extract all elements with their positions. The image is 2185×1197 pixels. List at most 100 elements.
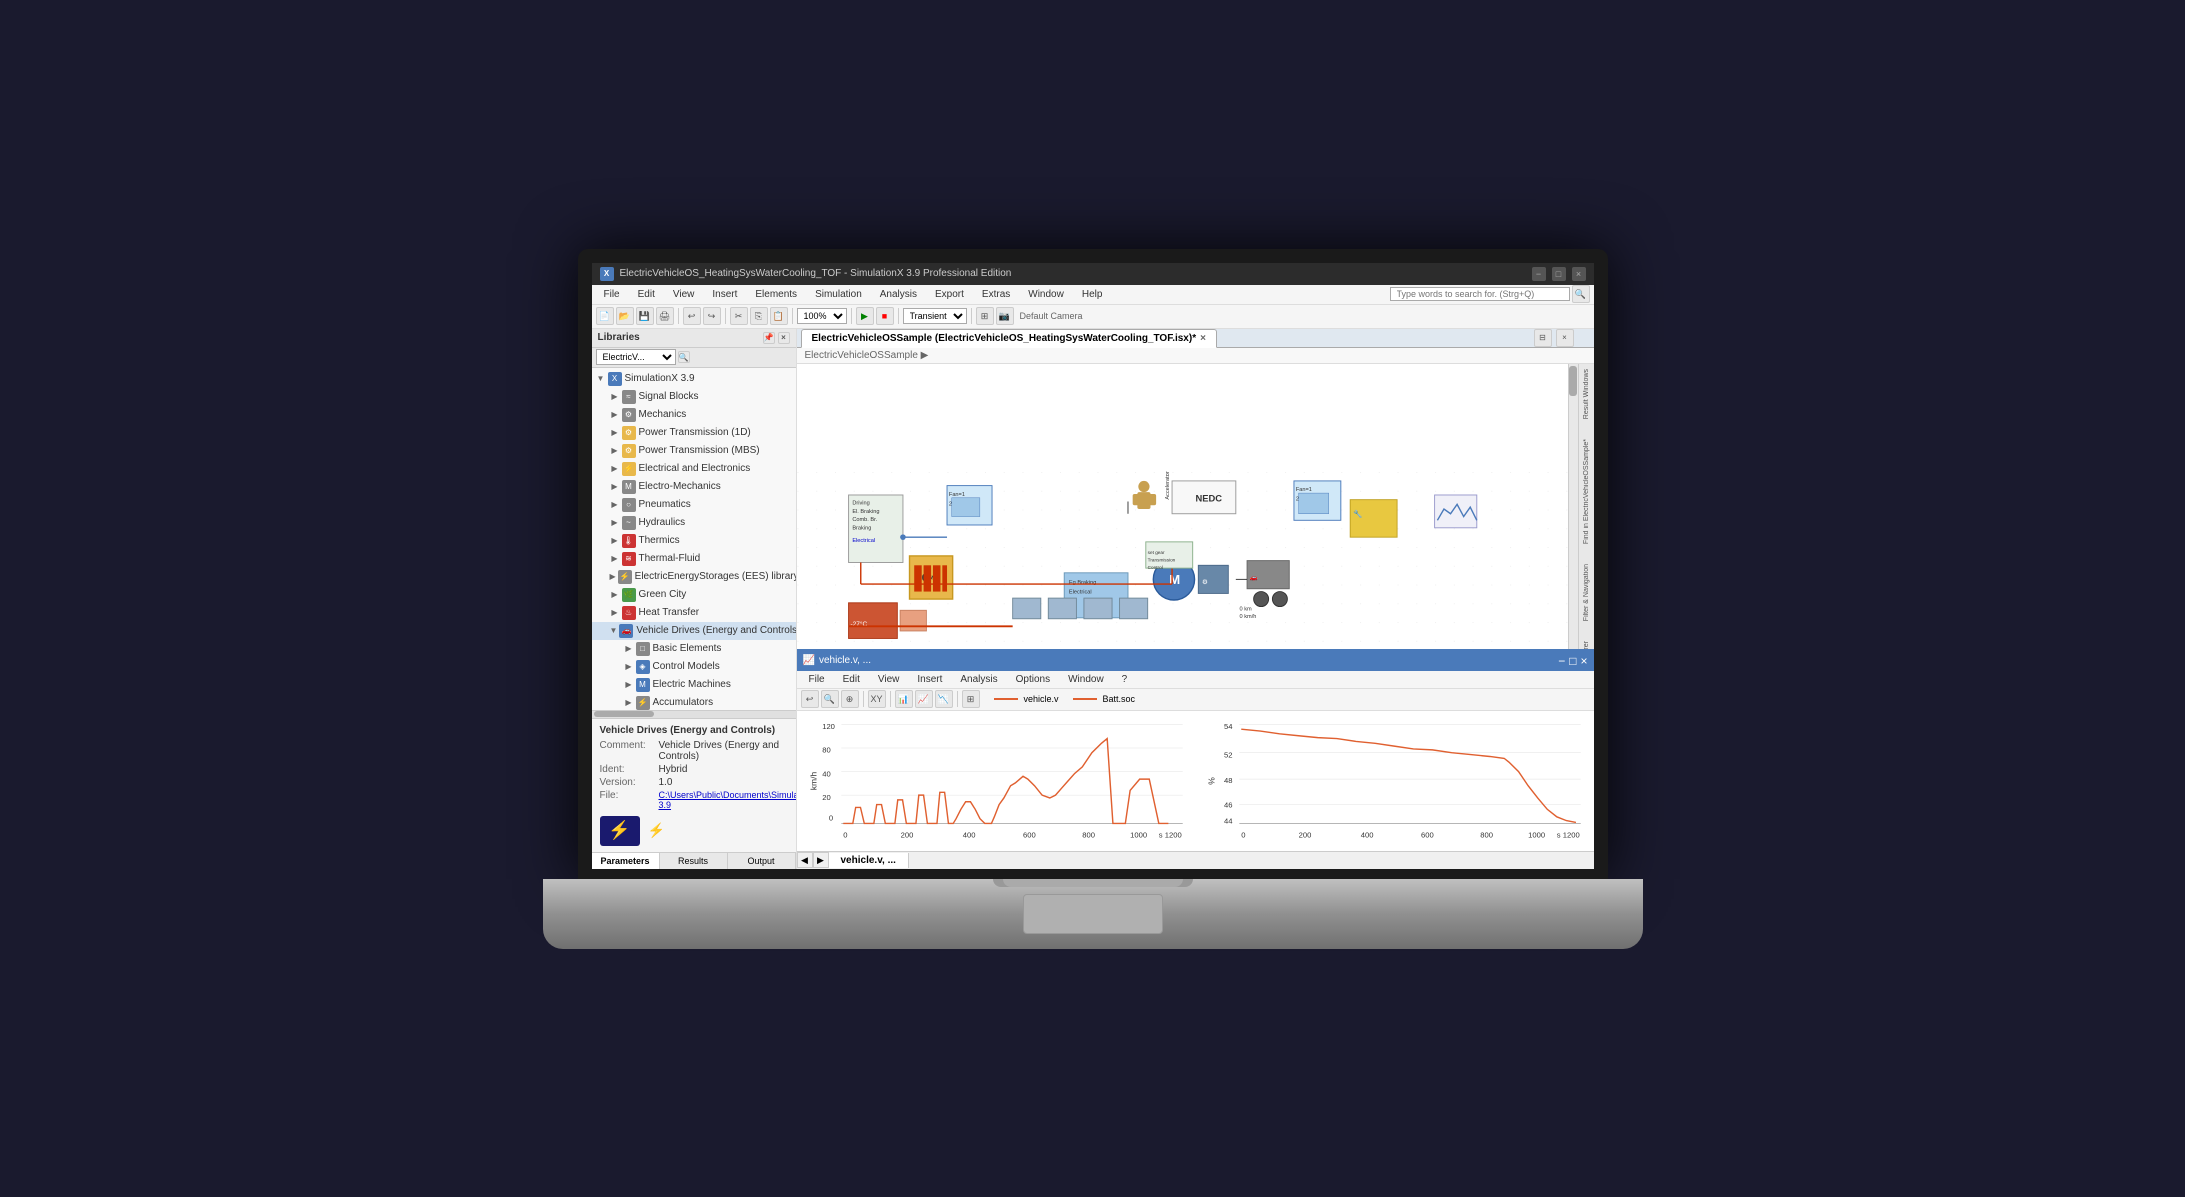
solver-select[interactable]: Transient (903, 308, 967, 324)
tree-basic-elements[interactable]: ▶ □ Basic Elements (592, 640, 796, 658)
chart-menu-help[interactable]: ? (1114, 672, 1136, 687)
search-input[interactable] (1390, 287, 1570, 301)
basic-elements-icon: □ (636, 642, 650, 656)
window-controls[interactable]: − □ × (1532, 267, 1586, 281)
chart-close-button[interactable]: × (1580, 654, 1587, 668)
chart-menu-analysis[interactable]: Analysis (952, 672, 1005, 687)
menu-extras[interactable]: Extras (974, 287, 1018, 302)
chart-tb-6[interactable]: 📈 (915, 690, 933, 708)
menu-simulation[interactable]: Simulation (807, 287, 870, 302)
chart-tb-5[interactable]: 📊 (895, 690, 913, 708)
h-scrollbar[interactable] (592, 710, 796, 718)
chart-tb-3[interactable]: ⊕ (841, 690, 859, 708)
print-button[interactable]: 🖨 (656, 307, 674, 325)
tree-control-models[interactable]: ▶ ◈ Control Models (592, 658, 796, 676)
grid-button[interactable]: ⊞ (976, 307, 994, 325)
tree-heat-transfer[interactable]: ▶ ♨ Heat Transfer (592, 604, 796, 622)
chart-next-button[interactable]: ▶ (813, 852, 829, 868)
save-button[interactable]: 💾 (636, 307, 654, 325)
tree-hydraulics[interactable]: ▶ ~ Hydraulics (592, 514, 796, 532)
sidebar-close-button[interactable]: × (778, 332, 790, 344)
tree-ees[interactable]: ▶ ⚡ ElectricEnergyStorages (EES) library (592, 568, 796, 586)
tab-close-button[interactable]: × (1556, 329, 1574, 347)
tree-electric-machines-label: Electric Machines (653, 679, 731, 690)
tree-signal-blocks[interactable]: ▶ ≈ Signal Blocks (592, 388, 796, 406)
chart-menu-edit[interactable]: Edit (835, 672, 868, 687)
chart-tb-2[interactable]: 🔍 (821, 690, 839, 708)
chart-tb-table[interactable]: ⊞ (962, 690, 980, 708)
file-value[interactable]: C:\Users\Public\Documents\SimulationX 3.… (659, 790, 797, 810)
tree-power-mbs[interactable]: ▶ ⚙ Power Transmission (MBS) (592, 442, 796, 460)
menu-analysis[interactable]: Analysis (872, 287, 925, 302)
tab-output[interactable]: Output (728, 853, 796, 869)
tree-vehicle-drives[interactable]: ▼ 🚗 Vehicle Drives (Energy and Controls) (592, 622, 796, 640)
tree-electric-machines[interactable]: ▶ M Electric Machines (592, 676, 796, 694)
lib-filter-select[interactable]: ElectricV... (596, 349, 676, 365)
h-scroll-thumb[interactable] (594, 711, 654, 717)
chart-tab-vehicle-v[interactable]: vehicle.v, ... (829, 853, 909, 868)
tree-power-1d[interactable]: ▶ ⚙ Power Transmission (1D) (592, 424, 796, 442)
open-button[interactable]: 📂 (616, 307, 634, 325)
find-label[interactable]: Find in ElectricVehicleOSSample* (1583, 439, 1590, 544)
chart-tb-1[interactable]: ↩ (801, 690, 819, 708)
trackpad[interactable] (1023, 894, 1163, 934)
sidebar-pin-button[interactable]: 📌 (763, 332, 775, 344)
run-button[interactable]: ▶ (856, 307, 874, 325)
menu-export[interactable]: Export (927, 287, 972, 302)
chart-maximize-button[interactable]: □ (1569, 654, 1576, 668)
camera-button[interactable]: 📷 (996, 307, 1014, 325)
info-panel-title: Vehicle Drives (Energy and Controls) (600, 725, 788, 736)
chart-menu-window[interactable]: Window (1060, 672, 1112, 687)
close-button[interactable]: × (1572, 267, 1586, 281)
lib-search-button[interactable]: 🔍 (678, 351, 690, 363)
menu-edit[interactable]: Edit (630, 287, 663, 302)
tree-accumulators[interactable]: ▶ ⚡ Accumulators (592, 694, 796, 710)
search-button[interactable]: 🔍 (1572, 285, 1590, 303)
tab-results[interactable]: Results (660, 853, 728, 869)
svg-text:400: 400 (962, 830, 975, 839)
chart-minimize-button[interactable]: − (1558, 654, 1565, 668)
filter-nav-label[interactable]: Filter & Navigation (1583, 564, 1590, 621)
chart-menu-options[interactable]: Options (1008, 672, 1058, 687)
menu-window[interactable]: Window (1020, 287, 1072, 302)
tree-electro-mech[interactable]: ▶ M Electro-Mechanics (592, 478, 796, 496)
menu-help[interactable]: Help (1074, 287, 1111, 302)
redo-button[interactable]: ↪ (703, 307, 721, 325)
tree-mechanics[interactable]: ▶ ⚙ Mechanics (592, 406, 796, 424)
result-windows-label[interactable]: Result Windows (1583, 369, 1590, 419)
diagram-tab-main[interactable]: ElectricVehicleOSSample (ElectricVehicle… (801, 329, 1217, 348)
tree-electrical[interactable]: ▶ ⚡ Electrical and Electronics (592, 460, 796, 478)
vehicle-v-svg: km/h 120 80 40 20 0 0 200 (805, 715, 1188, 847)
tree-simulationx[interactable]: ▼ X SimulationX 3.9 (592, 370, 796, 388)
menu-file[interactable]: File (596, 287, 628, 302)
chart-menu-insert[interactable]: Insert (909, 672, 950, 687)
copy-button[interactable]: ⎘ (750, 307, 768, 325)
menu-elements[interactable]: Elements (747, 287, 805, 302)
chart-menu-view[interactable]: View (870, 672, 908, 687)
cut-button[interactable]: ✂ (730, 307, 748, 325)
chart-prev-button[interactable]: ◀ (797, 852, 813, 868)
svg-text:1000: 1000 (1130, 830, 1147, 839)
menu-insert[interactable]: Insert (704, 287, 745, 302)
zoom-select[interactable]: 100% 75% 150% (797, 308, 847, 324)
tree-pneumatics[interactable]: ▶ ○ Pneumatics (592, 496, 796, 514)
tree-thermal-fluid[interactable]: ▶ ≋ Thermal-Fluid (592, 550, 796, 568)
diagram-tab-close[interactable]: × (1200, 333, 1206, 344)
maximize-button[interactable]: □ (1552, 267, 1566, 281)
tree-thermics[interactable]: ▶ 🌡 Thermics (592, 532, 796, 550)
undo-button[interactable]: ↩ (683, 307, 701, 325)
stop-button[interactable]: ■ (876, 307, 894, 325)
paste-button[interactable]: 📋 (770, 307, 788, 325)
tab-parameters[interactable]: Parameters (592, 853, 660, 869)
minimize-button[interactable]: − (1532, 267, 1546, 281)
tree-green-city[interactable]: ▶ 🌿 Green City (592, 586, 796, 604)
chart-tb-7[interactable]: 📉 (935, 690, 953, 708)
tab-dock-button[interactable]: ⊟ (1534, 329, 1552, 347)
chart-menu-file[interactable]: File (801, 672, 833, 687)
new-button[interactable]: 📄 (596, 307, 614, 325)
chart-tb-4[interactable]: XY (868, 690, 886, 708)
svg-text:⚙: ⚙ (1202, 578, 1208, 586)
version-value: 1.0 (659, 777, 673, 788)
menu-view[interactable]: View (665, 287, 703, 302)
v-scroll-thumb[interactable] (1569, 366, 1577, 396)
